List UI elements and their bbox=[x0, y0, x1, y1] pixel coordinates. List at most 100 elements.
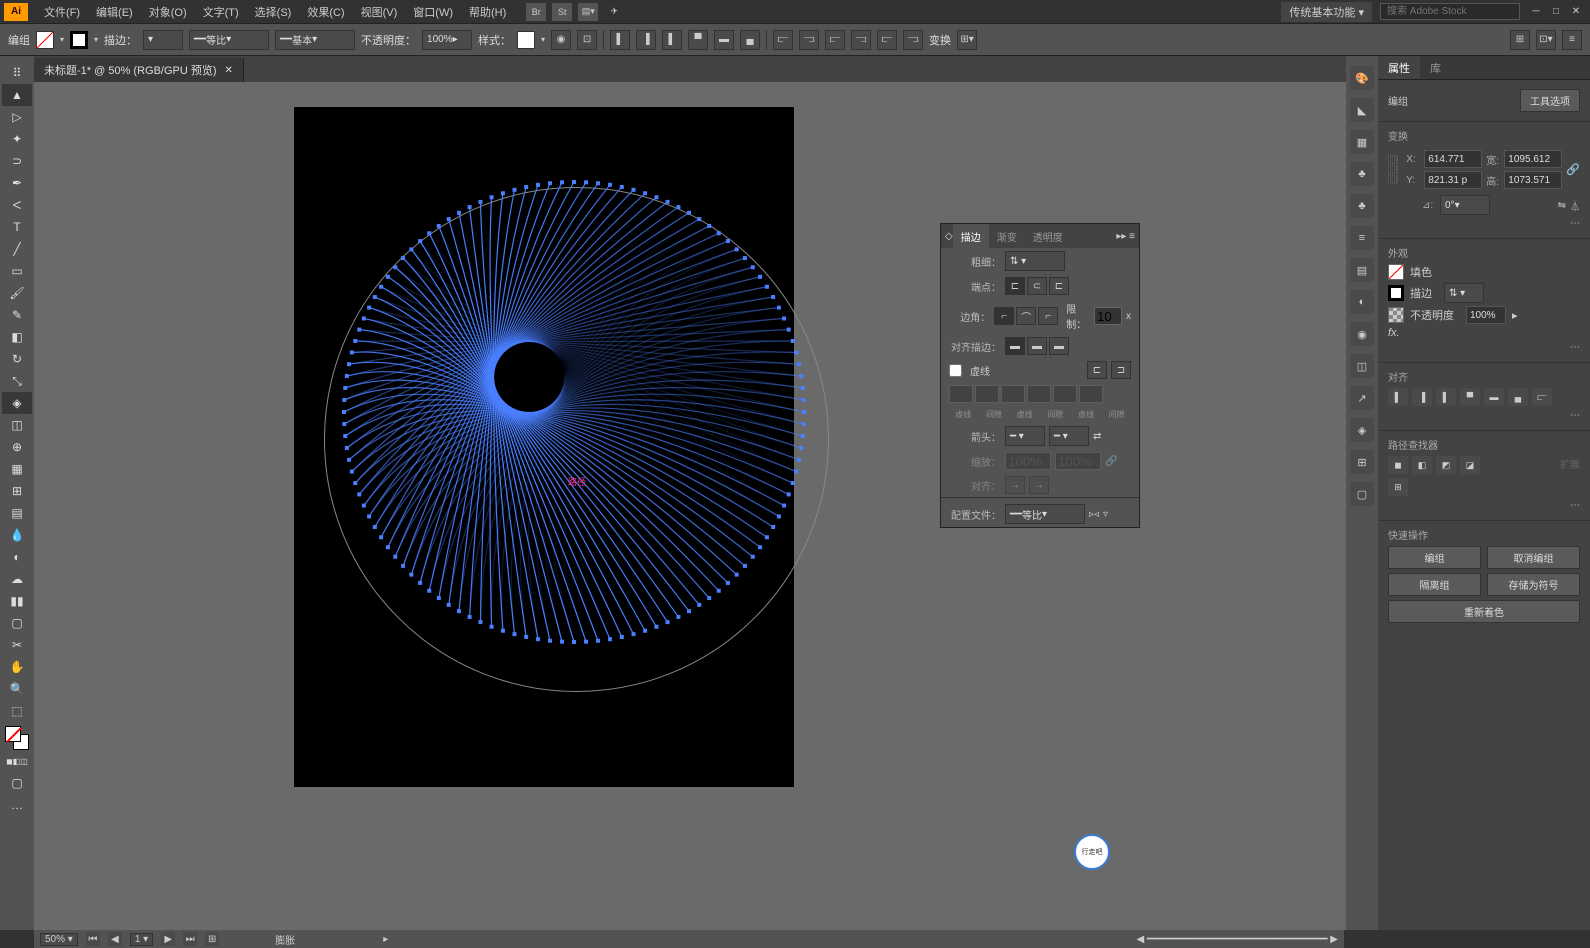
perspective-tool[interactable]: ▦ bbox=[2, 458, 32, 480]
line-tool[interactable]: ╱ bbox=[2, 238, 32, 260]
link-icon[interactable]: 🔗 bbox=[1566, 163, 1580, 176]
menu-icon[interactable]: ≡ bbox=[1562, 30, 1582, 50]
bridge-icon[interactable]: Br bbox=[526, 3, 546, 21]
flip-profile-v[interactable]: ▿ bbox=[1103, 509, 1108, 520]
grip-icon[interactable]: ⠿ bbox=[2, 62, 32, 84]
tab-libraries[interactable]: 库 bbox=[1420, 56, 1451, 79]
menu-view[interactable]: 视图(V) bbox=[353, 4, 406, 20]
stock-icon[interactable]: St bbox=[552, 3, 572, 21]
group-button[interactable]: 编组 bbox=[1388, 546, 1481, 569]
symbol-tool[interactable]: ☁ bbox=[2, 568, 32, 590]
maximize-button[interactable]: □ bbox=[1546, 4, 1566, 20]
document-tab[interactable]: 未标题-1* @ 50% (RGB/GPU 预览) ✕ bbox=[34, 58, 244, 82]
align-bottom-btn[interactable]: ▄ bbox=[1508, 388, 1528, 406]
more-pf-icon[interactable]: ⋯ bbox=[1570, 500, 1580, 511]
cap-round[interactable]: ⊂ bbox=[1027, 277, 1047, 295]
align-right-btn[interactable]: ▌ bbox=[1436, 388, 1456, 406]
artwork-sphere[interactable] bbox=[334, 172, 814, 652]
fp-limit-input[interactable] bbox=[1094, 307, 1122, 325]
recolor-button[interactable]: 重新着色 bbox=[1388, 600, 1580, 623]
fill-swatch[interactable] bbox=[36, 31, 54, 49]
more-transform-icon[interactable]: ⋯ bbox=[1570, 218, 1580, 229]
pf-minus[interactable]: ◧ bbox=[1412, 456, 1432, 474]
menu-select[interactable]: 选择(S) bbox=[247, 4, 300, 20]
rotate-tool[interactable]: ↻ bbox=[2, 348, 32, 370]
align-left-icon[interactable]: ▌ bbox=[610, 30, 630, 50]
minimize-button[interactable]: ─ bbox=[1526, 4, 1546, 20]
color-guide-icon[interactable]: ◣ bbox=[1350, 98, 1374, 122]
tab-properties[interactable]: 属性 bbox=[1378, 56, 1420, 79]
first-artboard[interactable]: ⏮ bbox=[86, 932, 100, 946]
screen-mode-tool[interactable]: ▢ bbox=[2, 772, 32, 794]
panel-collapse-icon[interactable]: ◇ bbox=[941, 231, 953, 242]
align-left-btn[interactable]: ▌ bbox=[1388, 388, 1408, 406]
pencil-tool[interactable]: ✎ bbox=[2, 304, 32, 326]
style-swatch[interactable] bbox=[517, 31, 535, 49]
dash-checkbox[interactable] bbox=[949, 364, 962, 377]
selection-tool[interactable]: ▲ bbox=[2, 84, 32, 106]
menu-window[interactable]: 窗口(W) bbox=[405, 4, 461, 20]
brush-tool[interactable]: 🖌 bbox=[2, 282, 32, 304]
gpu-icon[interactable]: ✈ bbox=[604, 3, 624, 21]
stroke-swatch[interactable] bbox=[70, 31, 88, 49]
pen-tool[interactable]: ✒ bbox=[2, 172, 32, 194]
corner-bevel[interactable]: ⌐ bbox=[1038, 307, 1058, 325]
free-transform-tool[interactable]: ◫ bbox=[2, 414, 32, 436]
fp-weight-input[interactable]: ⇅ ▾ bbox=[1005, 251, 1065, 271]
fp-profile[interactable]: ━━ 等比 ▾ bbox=[1005, 504, 1085, 524]
reference-point-grid[interactable] bbox=[1388, 155, 1398, 185]
transform-label[interactable]: 变换 bbox=[929, 32, 951, 48]
asset-export-icon[interactable]: ⊞ bbox=[1350, 450, 1374, 474]
type-tool[interactable]: T bbox=[2, 216, 32, 238]
recolor-icon[interactable]: ◉ bbox=[551, 30, 571, 50]
grid-icon[interactable]: ⊞ bbox=[1510, 30, 1530, 50]
dist-h2-icon[interactable]: ⫎ bbox=[799, 30, 819, 50]
menu-help[interactable]: 帮助(H) bbox=[461, 4, 514, 20]
align-vcenter-icon[interactable]: ▬ bbox=[714, 30, 734, 50]
artboard-nav[interactable]: 1 ▾ bbox=[130, 933, 153, 946]
menu-edit[interactable]: 编辑(E) bbox=[88, 4, 141, 20]
cap-butt[interactable]: ⊏ bbox=[1005, 277, 1025, 295]
search-input[interactable] bbox=[1380, 3, 1520, 20]
zoom-tool[interactable]: 🔍 bbox=[2, 678, 32, 700]
stroke-swatch-panel[interactable] bbox=[1388, 285, 1404, 301]
artboard-nav-icon[interactable]: ⊞ bbox=[205, 932, 219, 946]
color-mode-icons[interactable]: ◼◧◫ bbox=[2, 750, 32, 772]
swap-arrows-icon[interactable]: ⇄ bbox=[1093, 431, 1101, 442]
align-right-icon[interactable]: ▌ bbox=[662, 30, 682, 50]
arrange-icon[interactable]: ▤▾ bbox=[578, 3, 598, 21]
lasso-tool[interactable]: ⊃ bbox=[2, 150, 32, 172]
pf-unite[interactable]: ◼ bbox=[1388, 456, 1408, 474]
transform-icon[interactable]: ⊞▾ bbox=[957, 30, 977, 50]
prev-artboard[interactable]: ◀ bbox=[108, 932, 122, 946]
shape-builder-tool[interactable]: ⊕ bbox=[2, 436, 32, 458]
corner-round[interactable]: ⌒ bbox=[1016, 307, 1036, 325]
dist-v2-icon[interactable]: ⫎ bbox=[851, 30, 871, 50]
dist-v3-icon[interactable]: ⫍ bbox=[877, 30, 897, 50]
pf-exclude[interactable]: ◪ bbox=[1460, 456, 1480, 474]
fp-tab-transparency[interactable]: 透明度 bbox=[1025, 224, 1071, 248]
align-top-icon[interactable]: ▀ bbox=[688, 30, 708, 50]
align-vcenter-btn[interactable]: ▬ bbox=[1484, 388, 1504, 406]
corner-miter[interactable]: ⌐ bbox=[994, 307, 1014, 325]
opacity-swatch[interactable] bbox=[1388, 307, 1404, 323]
align-top-btn[interactable]: ▀ bbox=[1460, 388, 1480, 406]
transparency-icon[interactable]: ◐ bbox=[1350, 290, 1374, 314]
toggle-icon[interactable]: ⬚ bbox=[2, 700, 32, 722]
align-bottom-icon[interactable]: ▄ bbox=[740, 30, 760, 50]
arrow-start[interactable]: ━ ▾ bbox=[1005, 426, 1045, 446]
dist-btn[interactable]: ⫍ bbox=[1532, 388, 1552, 406]
graphic-styles-icon[interactable]: ◫ bbox=[1350, 354, 1374, 378]
workspace-selector[interactable]: 传统基本功能 ▾ bbox=[1281, 2, 1372, 22]
close-button[interactable]: ✕ bbox=[1566, 4, 1586, 20]
flip-profile-h[interactable]: ▹◃ bbox=[1089, 509, 1099, 520]
ungroup-button[interactable]: 取消编组 bbox=[1487, 546, 1580, 569]
libraries-icon[interactable]: ↗ bbox=[1350, 386, 1374, 410]
zoom-select[interactable]: 50% ▾ bbox=[40, 933, 78, 946]
stroke-profile2[interactable]: ━━ 基本 ▾ bbox=[275, 30, 355, 50]
opacity-input[interactable]: 100% ▸ bbox=[422, 30, 472, 50]
isolate-icon2[interactable]: ⊡▾ bbox=[1536, 30, 1556, 50]
eyedropper-tool[interactable]: 💧 bbox=[2, 524, 32, 546]
panel-menu-icon[interactable]: ▸▸ ≡ bbox=[1112, 231, 1139, 242]
scale-tool[interactable]: ⤡ bbox=[2, 370, 32, 392]
